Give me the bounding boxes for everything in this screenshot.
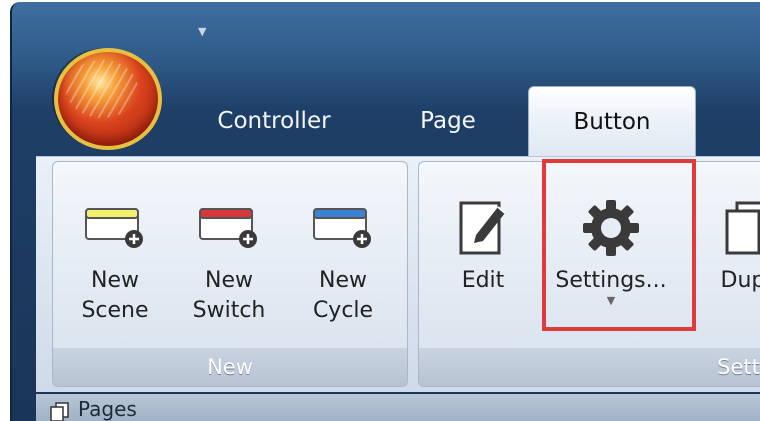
group-label-settings: Settin	[419, 348, 760, 386]
duplicate-button[interactable]: Dupl	[701, 170, 760, 340]
new-cycle-button[interactable]: New Cycle	[287, 170, 399, 340]
ribbon-group-new: New Scene New Switch New Cycle New	[52, 161, 408, 387]
edit-icon	[452, 198, 514, 258]
quick-access-dropdown-icon[interactable]: ▼	[198, 26, 206, 37]
group-label-new: New	[53, 348, 407, 386]
new-scene-button[interactable]: New Scene	[59, 170, 171, 340]
new-scene-label-line2: Scene	[81, 298, 149, 323]
pages-icon	[50, 402, 70, 421]
pages-panel-header: Pages	[36, 394, 760, 421]
ribbon-tabs: Controller Page Button	[12, 86, 760, 157]
new-switch-button[interactable]: New Switch	[173, 170, 285, 340]
duplicate-label: Dupl	[720, 268, 760, 293]
tab-page[interactable]: Page	[404, 90, 492, 152]
edit-button[interactable]: Edit	[433, 170, 533, 340]
new-switch-label-line1: New	[205, 268, 253, 293]
edit-label: Edit	[461, 268, 505, 293]
tab-button[interactable]: Button	[528, 86, 696, 157]
tab-controller[interactable]: Controller	[184, 90, 364, 152]
pages-panel-title: Pages	[78, 397, 137, 421]
app-window: ▼ Controller Page Button New Scene New S…	[10, 2, 760, 421]
new-cycle-icon	[312, 198, 374, 258]
settings-highlight-box	[542, 159, 696, 331]
new-scene-label-line1: New	[90, 268, 139, 293]
new-switch-label-line2: Switch	[192, 298, 266, 323]
new-cycle-label-line1: New	[319, 268, 367, 293]
duplicate-icon	[715, 198, 760, 258]
new-scene-icon	[84, 198, 146, 258]
new-switch-icon	[198, 198, 260, 258]
new-cycle-label-line2: Cycle	[312, 298, 374, 323]
ribbon-panel: New Scene New Switch New Cycle New Edit …	[36, 156, 760, 392]
